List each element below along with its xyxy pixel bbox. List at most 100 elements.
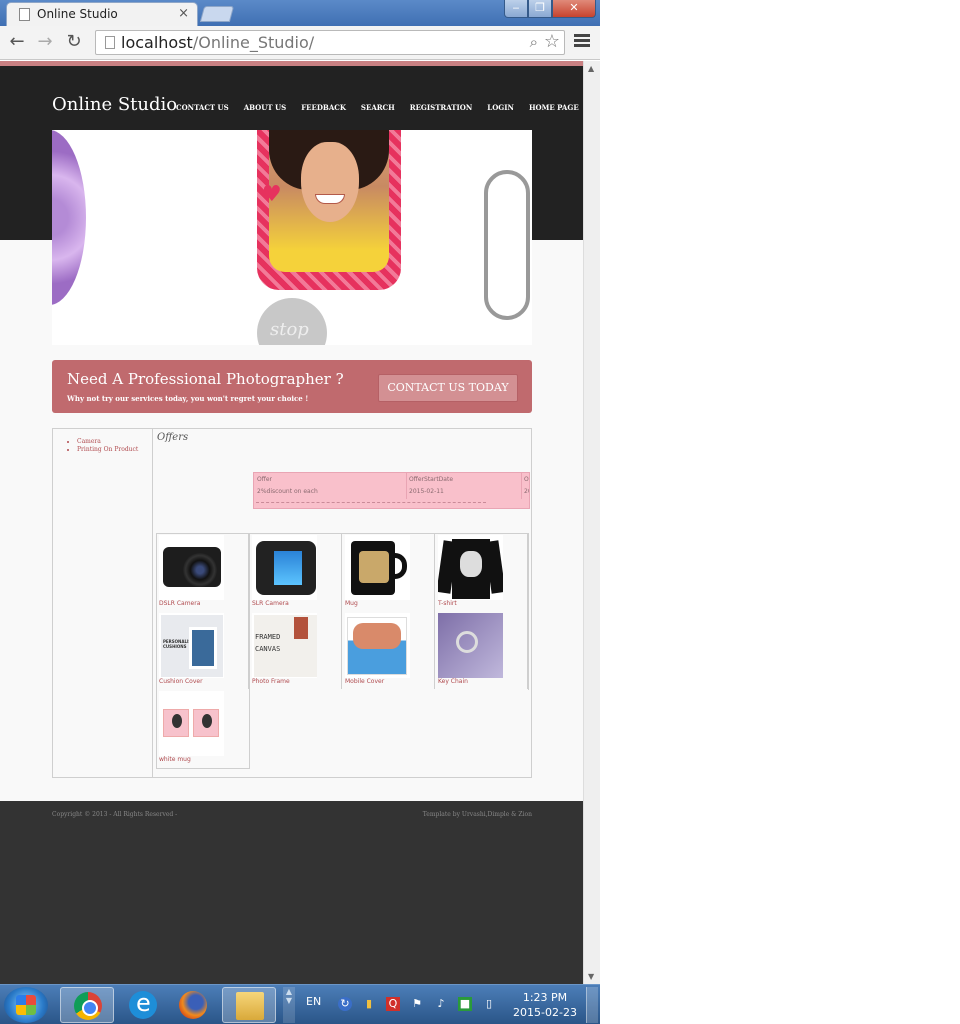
internet-explorer-icon[interactable] (116, 987, 170, 1023)
product-mug[interactable]: Mug (342, 533, 435, 611)
canvas-text-line: CANVAS (255, 645, 281, 653)
slide-center-image (269, 130, 389, 272)
mug-face (202, 714, 212, 728)
star-icon[interactable]: ☆ (544, 31, 560, 52)
product-t-shirt[interactable]: T-shirt (435, 533, 528, 611)
offers-cell-start-date: 2015-02-11 (409, 488, 444, 495)
product-label[interactable]: DSLR Camera (159, 600, 200, 607)
scroll-down-icon[interactable]: ▼ (588, 972, 594, 981)
forward-arrow-icon[interactable]: → (34, 31, 56, 53)
product-label[interactable]: Mobile Cover (345, 678, 384, 685)
offers-cell-offer: 2%discount on each (257, 488, 318, 495)
scroll-up-icon[interactable]: ▲ (588, 64, 594, 73)
page-viewport: Online Studio CONTACT US ABOUT US FEEDBA… (0, 61, 583, 984)
slider-stop-button[interactable]: stop (257, 298, 327, 345)
product-label[interactable]: Key Chain (438, 678, 468, 685)
page-favicon-icon (19, 8, 30, 21)
cta-banner: Need A Professional Photographer ? Why n… (52, 360, 532, 413)
signal-icon[interactable]: ▮ (362, 997, 376, 1011)
category-printing-on-product[interactable]: Printing On Product (77, 446, 138, 454)
green-app-icon[interactable]: ■ (458, 997, 472, 1011)
main-nav: CONTACT US ABOUT US FEEDBACK SEARCH REGI… (176, 103, 583, 112)
contact-us-today-button[interactable]: CONTACT US TODAY (378, 374, 518, 402)
page-icon (105, 36, 115, 49)
product-cushion-cover[interactable]: PERSONALISED CUSHIONS Cushion Cover (156, 611, 249, 689)
browser-window: Online Studio × ‒ ❐ ✕ ← → ↻ localhost/On… (0, 0, 600, 984)
q-app-icon[interactable]: Q (386, 997, 400, 1011)
volume-icon[interactable]: ♪ (434, 997, 448, 1011)
battery-icon[interactable]: ▯ (482, 997, 496, 1011)
key-chain-image (438, 613, 503, 678)
shirt-print (460, 551, 482, 577)
folder-glyph (236, 992, 264, 1020)
mug-photo (359, 551, 389, 583)
product-grid: DSLR Camera SLR Camera Mug T-shirt PERSO… (156, 533, 529, 769)
clock-time: 1:23 PM (522, 991, 568, 1004)
tray-expand-icon[interactable]: ▲ ▼ (283, 987, 295, 1023)
window-maximize-button[interactable]: ❐ (528, 0, 552, 18)
product-white-mug[interactable]: white mug (156, 689, 249, 767)
url-text: localhost/Online_Studio/ (121, 33, 314, 52)
firefox-glyph (179, 991, 207, 1019)
product-label[interactable]: Mug (345, 600, 358, 607)
offers-cell-end: 20 (524, 488, 529, 495)
image-slider[interactable]: ♥ stop (52, 130, 532, 345)
zoom-icon[interactable]: ⌕ (530, 33, 538, 51)
sync-icon[interactable]: ↻ (338, 997, 352, 1011)
clock-date: 2015-02-23 (513, 1006, 577, 1019)
chrome-icon[interactable] (60, 987, 114, 1023)
window-minimize-button[interactable]: ‒ (504, 0, 528, 18)
product-label[interactable]: Photo Frame (252, 678, 290, 685)
back-arrow-icon[interactable]: ← (6, 31, 28, 53)
offers-header-end: Of (524, 476, 529, 483)
offers-header-offer: Offer (257, 476, 273, 483)
product-label[interactable]: T-shirt (438, 600, 457, 607)
offers-column-divider (406, 473, 407, 499)
menu-icon[interactable] (574, 34, 590, 50)
new-tab-button[interactable] (199, 6, 235, 22)
nav-contact-us[interactable]: CONTACT US (176, 103, 229, 112)
reload-icon[interactable]: ↻ (63, 31, 85, 53)
browser-toolbar: ← → ↻ localhost/Online_Studio/ ⌕ ☆ (0, 26, 600, 60)
heart-icon: ♥ (262, 182, 282, 207)
file-explorer-icon[interactable] (222, 987, 276, 1023)
product-mobile-cover[interactable]: Mobile Cover (342, 611, 435, 689)
window-close-button[interactable]: ✕ (552, 0, 596, 18)
address-bar[interactable]: localhost/Online_Studio/ ⌕ ☆ (95, 30, 565, 55)
product-label[interactable]: SLR Camera (252, 600, 289, 607)
vertical-scrollbar[interactable]: ▲ ▼ (583, 61, 600, 984)
product-key-chain[interactable]: Key Chain (435, 611, 528, 689)
offers-title: Offers (157, 432, 189, 443)
nav-registration[interactable]: REGISTRATION (410, 103, 473, 112)
product-dslr-camera[interactable]: DSLR Camera (156, 533, 249, 611)
nav-search[interactable]: SEARCH (361, 103, 395, 112)
url-path: /Online_Studio/ (192, 33, 315, 52)
product-label[interactable]: Cushion Cover (159, 678, 203, 685)
product-photo-frame[interactable]: FRAMED CANVAS Photo Frame (249, 611, 342, 689)
flag-icon[interactable]: ⚑ (410, 997, 424, 1011)
nav-login[interactable]: LOGIN (487, 103, 514, 112)
footer-credit: Template by Urvashi,Dimple & Zion (422, 811, 532, 818)
camera-lens (183, 553, 217, 587)
system-clock[interactable]: 1:23 PM 2015-02-23 (510, 990, 580, 1020)
slide-left-image (52, 130, 86, 305)
tab-close-icon[interactable]: × (178, 6, 189, 21)
mobile-cover-image (345, 613, 410, 678)
firefox-icon[interactable] (166, 987, 220, 1023)
cta-heading: Need A Professional Photographer ? (67, 370, 344, 388)
category-camera[interactable]: Camera (77, 438, 138, 446)
tab-online-studio[interactable]: Online Studio × (6, 2, 198, 26)
key-chain-ring (456, 631, 478, 653)
nav-home-page[interactable]: HOME PAGE (529, 103, 579, 112)
language-indicator[interactable]: EN (306, 995, 321, 1008)
product-label[interactable]: white mug (159, 756, 191, 763)
start-button[interactable] (4, 987, 48, 1023)
nav-feedback[interactable]: FEEDBACK (301, 103, 346, 112)
site-title[interactable]: Online Studio (52, 94, 177, 115)
slide-right-keychain-image (484, 170, 530, 320)
product-slr-camera[interactable]: SLR Camera (249, 533, 342, 611)
show-desktop-button[interactable] (586, 987, 598, 1023)
nav-about-us[interactable]: ABOUT US (244, 103, 287, 112)
cushion-photo (189, 627, 217, 669)
canvas-picture (294, 617, 308, 639)
